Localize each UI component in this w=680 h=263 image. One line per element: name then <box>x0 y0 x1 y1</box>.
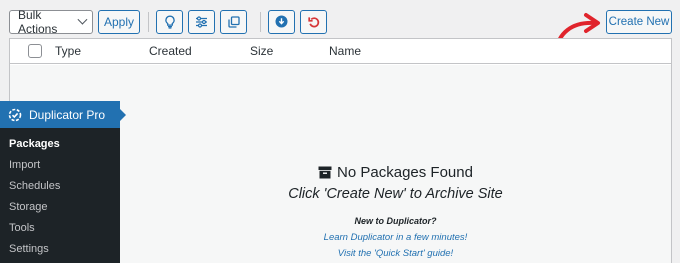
empty-state: No Packages Found Click 'Create New' to … <box>120 164 671 259</box>
lightbulb-icon <box>164 15 175 29</box>
sidebar-submenu: Packages Import Schedules Storage Tools … <box>0 128 120 259</box>
empty-state-title-row: No Packages Found <box>120 164 671 181</box>
duplicator-logo-icon <box>8 108 22 121</box>
undo-icon <box>307 16 319 27</box>
toolbar: Bulk Actions Apply <box>9 7 332 36</box>
learn-duplicator-link[interactable]: Learn Duplicator in a few minutes! <box>120 232 671 243</box>
bulk-actions-select[interactable]: Bulk Actions <box>9 7 93 36</box>
table-header: Type Created Size Name <box>10 39 671 64</box>
quick-start-link[interactable]: Visit the 'Quick Start' guide! <box>120 248 671 259</box>
filters-button[interactable] <box>188 9 215 34</box>
column-type[interactable]: Type <box>55 44 81 58</box>
copy-button[interactable] <box>220 9 247 34</box>
sidebar-menu-duplicator-pro[interactable]: Duplicator Pro <box>0 101 126 128</box>
sidebar-item-schedules[interactable]: Schedules <box>0 175 120 196</box>
bulk-actions-label: Bulk Actions <box>18 7 58 36</box>
column-name[interactable]: Name <box>329 44 361 58</box>
column-created[interactable]: Created <box>149 44 192 58</box>
new-to-duplicator-text: New to Duplicator? <box>354 216 437 226</box>
empty-state-subtitle: Click 'Create New' to Archive Site <box>288 186 503 202</box>
select-all-checkbox[interactable] <box>28 44 42 58</box>
sidebar-item-storage[interactable]: Storage <box>0 196 120 217</box>
sidebar-item-settings[interactable]: Settings <box>0 238 120 259</box>
empty-state-title: No Packages Found <box>337 164 473 181</box>
toolbar-divider <box>260 11 261 32</box>
toolbar-divider <box>148 11 149 32</box>
column-size[interactable]: Size <box>250 44 273 58</box>
sliders-icon <box>196 15 207 28</box>
apply-button[interactable]: Apply <box>98 9 140 34</box>
archive-box-icon <box>318 166 332 179</box>
sidebar-title: Duplicator Pro <box>29 107 106 122</box>
download-circle-icon <box>275 15 288 28</box>
lightbulb-button[interactable] <box>156 9 183 34</box>
sidebar-item-tools[interactable]: Tools <box>0 217 120 238</box>
create-new-button[interactable]: Create New <box>606 10 672 34</box>
sidebar-item-import[interactable]: Import <box>0 154 120 175</box>
download-button[interactable] <box>268 9 295 34</box>
copy-icon <box>227 15 240 28</box>
sidebar-item-packages[interactable]: Packages <box>0 133 120 154</box>
admin-sidebar: Duplicator Pro Packages Import Schedules… <box>0 101 126 263</box>
undo-button[interactable] <box>300 9 327 34</box>
